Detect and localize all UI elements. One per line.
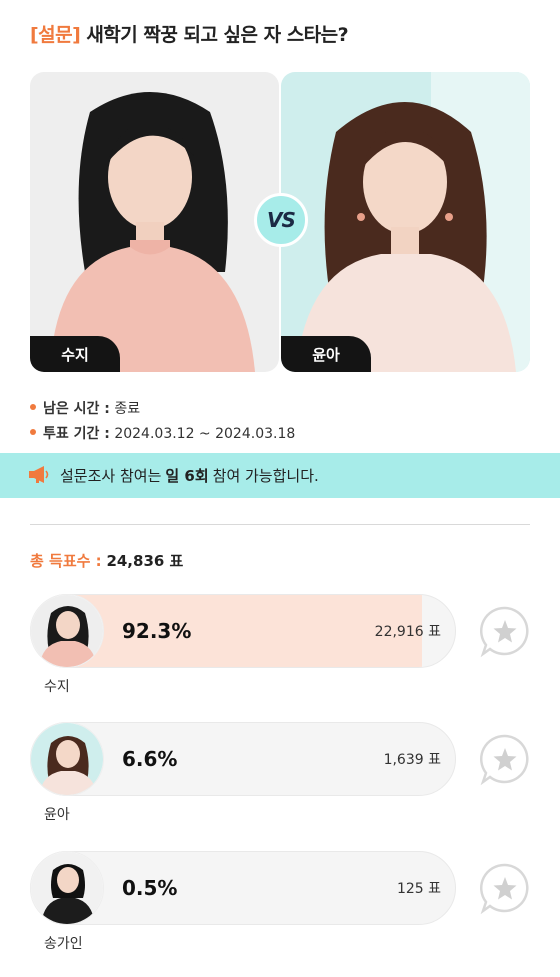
avatar (30, 594, 104, 668)
survey-question: 새학기 짝꿍 되고 싶은 자 스타는? (86, 24, 349, 46)
result-name: 송가인 (44, 936, 83, 952)
result-votes: 1,639 표 (383, 752, 441, 768)
vote-period-label: 투표 기간 : (43, 426, 110, 442)
vote-button[interactable] (478, 861, 532, 915)
star-chat-icon (479, 734, 529, 786)
star-chat-icon (479, 606, 529, 658)
avatar (30, 851, 104, 925)
vote-period-value: 2024.03.12 ~ 2024.03.18 (114, 426, 296, 442)
result-row: 0.5% 125 표 송가인 (30, 851, 560, 961)
star-chat-icon (479, 863, 529, 915)
notice-suffix: 참여 가능합니다. (212, 467, 319, 485)
megaphone-icon (28, 465, 50, 487)
vote-button[interactable] (478, 604, 532, 658)
candidate-name-right: 윤아 (281, 336, 371, 372)
result-percent: 92.3% (122, 619, 192, 643)
result-votes: 125 표 (396, 881, 441, 897)
avatar (30, 722, 104, 796)
vote-period: 투표 기간 : 2024.03.12 ~ 2024.03.18 (30, 423, 295, 443)
survey-tag: [설문] (30, 24, 81, 46)
notice-highlight: 일 6회 (165, 467, 209, 485)
notice-prefix: 설문조사 참여는 (60, 467, 162, 485)
total-votes-value: 24,836 표 (106, 552, 184, 570)
total-votes: 총 득표수 : 24,836 표 (30, 550, 183, 571)
remaining-time-label: 남은 시간 : (43, 401, 110, 417)
remaining-time: 남은 시간 : 종료 (30, 398, 140, 418)
participation-notice: 설문조사 참여는 일 6회 참여 가능합니다. (0, 453, 560, 498)
vote-button[interactable] (478, 732, 532, 786)
result-name: 윤아 (44, 807, 70, 823)
result-percent: 6.6% (122, 747, 178, 771)
result-row: 92.3% 22,916 표 수지 (30, 594, 560, 704)
candidate-name-left: 수지 (30, 336, 120, 372)
vs-badge: VS (254, 193, 308, 247)
result-name: 수지 (44, 679, 70, 695)
result-percent: 0.5% (122, 876, 178, 900)
result-votes: 22,916 표 (374, 624, 441, 640)
section-divider (30, 524, 530, 525)
candidate-photo-right[interactable]: 윤아 (281, 72, 530, 372)
total-votes-label: 총 득표수 : (30, 552, 102, 570)
result-row: 6.6% 1,639 표 윤아 (30, 722, 560, 832)
survey-title: [설문] 새학기 짝꿍 되고 싶은 자 스타는? (30, 20, 349, 47)
candidate-photo-left[interactable]: 수지 (30, 72, 279, 372)
bullet-dot-icon (30, 429, 36, 435)
bullet-dot-icon (30, 404, 36, 410)
remaining-time-value: 종료 (114, 401, 141, 417)
